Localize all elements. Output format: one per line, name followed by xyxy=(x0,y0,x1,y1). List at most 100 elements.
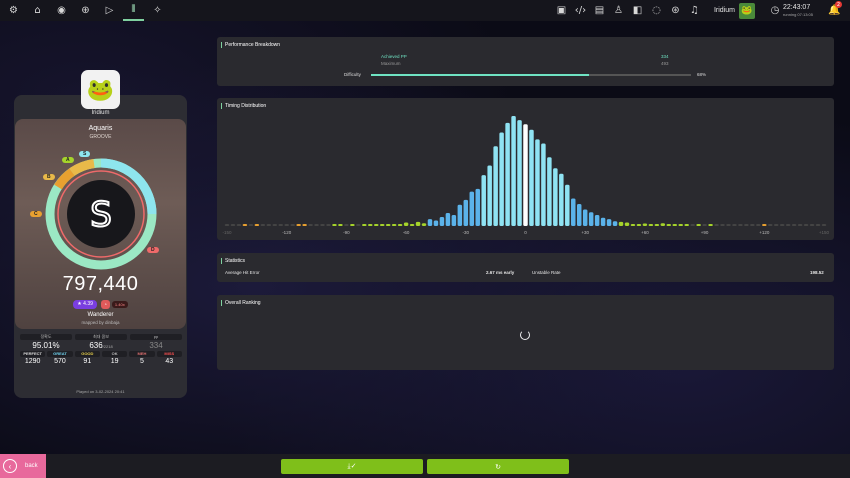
timing-bar xyxy=(553,168,558,226)
notification-bell-icon[interactable]: 🔔 2 xyxy=(825,0,844,21)
download-replay-button[interactable]: ⤓✓ xyxy=(281,459,423,474)
music-icon[interactable]: ♫ xyxy=(685,0,704,21)
loading-spinner-icon xyxy=(520,330,530,340)
timing-bar xyxy=(427,219,433,227)
grade-letter: S xyxy=(90,195,112,235)
beatmap-artist: Wanderer xyxy=(87,312,114,318)
home-icon[interactable]: ⌂ xyxy=(27,0,48,21)
stat-pp: pp 334 xyxy=(130,334,182,350)
timing-bar xyxy=(356,224,361,226)
timing-bar xyxy=(666,224,672,226)
timing-bar xyxy=(565,184,570,226)
chat-icon[interactable]: ◌ xyxy=(647,0,666,21)
timing-bar xyxy=(308,224,313,226)
mod-rate: 1.40x xyxy=(111,301,128,308)
stat-label: 최대 콤보 xyxy=(75,334,127,340)
screenshot-icon[interactable]: ▣ xyxy=(552,0,571,21)
timing-bar xyxy=(702,224,707,226)
timing-bar xyxy=(535,139,540,227)
timing-bar xyxy=(224,224,230,226)
user-avatar[interactable]: 🐸 xyxy=(738,2,755,19)
timing-bar xyxy=(672,224,677,226)
timing-bar xyxy=(397,223,403,226)
timing-bar xyxy=(547,157,552,226)
timing-bar xyxy=(684,224,689,226)
play-icon[interactable]: ▷ xyxy=(99,0,120,21)
statistics-title: Statistics xyxy=(221,258,245,264)
rankings-icon[interactable]: ♙ xyxy=(609,0,628,21)
timing-bar xyxy=(362,224,367,226)
timing-bar xyxy=(445,212,451,226)
stat-label: 정확도 xyxy=(20,334,72,340)
achieved-pp-label: Achieved PP xyxy=(381,54,407,59)
clock[interactable]: ◷ 22:43:07 running 07:13:05 xyxy=(769,0,813,21)
timing-bar xyxy=(248,224,254,226)
timing-bar xyxy=(678,224,683,226)
timing-bar xyxy=(588,212,594,226)
accuracy-ring-b xyxy=(69,159,95,176)
grade-label-s: S xyxy=(79,151,91,157)
x-tick-label: -90 xyxy=(343,230,350,235)
stat-value: 636/2218 xyxy=(75,341,127,350)
code-icon[interactable]: ‹/› xyxy=(571,0,590,21)
user-name[interactable]: Iridium xyxy=(714,7,735,14)
difficulty-value: 68% xyxy=(697,72,707,77)
timing-chart: -150 -120 -90 -60 -30 0 +30 +60 +90 +120 +150 xyxy=(222,116,830,235)
timing-bar xyxy=(379,224,385,226)
combo-value: 636 xyxy=(89,341,103,350)
timing-bar xyxy=(254,224,260,226)
timing-bar xyxy=(690,224,695,226)
timing-bar xyxy=(768,224,773,226)
timing-bar xyxy=(290,224,295,226)
judgement-count: 5 xyxy=(140,358,144,365)
compass-icon[interactable]: ✧ xyxy=(147,0,168,21)
timing-bar xyxy=(385,223,391,226)
timing-bar xyxy=(720,224,725,226)
judgement-label: MEH xyxy=(129,351,155,357)
judgement-count: 43 xyxy=(165,358,174,365)
timing-bar xyxy=(302,224,307,226)
unstable-rate-label: Unstable Rate xyxy=(532,270,561,275)
judgement-label: OK xyxy=(101,351,128,357)
timing-bar xyxy=(433,220,439,226)
timing-bar xyxy=(774,224,779,226)
back-button[interactable]: ‹ back xyxy=(0,454,46,478)
news-icon[interactable]: ▤ xyxy=(590,0,609,21)
record-icon[interactable]: ◉ xyxy=(51,0,72,21)
timing-bar xyxy=(606,219,612,227)
judgement-perfect: PERFECT 1290 xyxy=(20,351,46,365)
bottom-bar: ‹ back ⤓✓ ↻ xyxy=(0,454,850,478)
mods[interactable]: ◔ 1.40x xyxy=(100,300,128,309)
beatmap-listing-icon[interactable]: ⦀ xyxy=(123,0,144,21)
total-score: 797,440 xyxy=(62,273,139,295)
maximum-pp-label: Maximum xyxy=(381,61,401,66)
clock-icon: ◷ xyxy=(770,5,780,16)
timing-bar xyxy=(421,223,427,226)
beatmap-icon[interactable]: ◧ xyxy=(628,0,647,21)
timing-bar xyxy=(559,173,564,226)
grade-label-c: C xyxy=(30,211,42,217)
judgement-count: 91 xyxy=(83,358,92,365)
timing-bar xyxy=(821,224,827,226)
timing-bar xyxy=(636,224,642,226)
clock-running: running 07:13:05 xyxy=(782,12,813,17)
discord-icon[interactable]: ⊕ xyxy=(75,0,96,21)
gear-icon[interactable]: ⚙ xyxy=(3,0,24,21)
x-tick-label: -150 xyxy=(222,230,232,235)
timing-bar xyxy=(779,224,785,226)
retry-button[interactable]: ↻ xyxy=(427,459,569,474)
timing-bar xyxy=(600,217,606,226)
player-avatar[interactable]: 🐸 xyxy=(81,70,120,109)
stat-accuracy: 정확도 95.01% xyxy=(20,334,72,350)
stat-max-combo: 최대 콤보 636/2218 xyxy=(75,334,127,350)
player-name[interactable]: Iridium xyxy=(14,110,187,116)
direct-icon[interactable]: ⊛ xyxy=(666,0,685,21)
star-rating: ★ 4.39 xyxy=(73,300,97,309)
grade-ring: S xyxy=(45,158,157,270)
timing-bar xyxy=(475,188,480,227)
timing-bar xyxy=(660,223,666,226)
timing-bar xyxy=(511,116,516,226)
timing-bar xyxy=(582,209,588,226)
timing-bar xyxy=(487,165,492,226)
played-on: Played on 3-02-2024 20:41 xyxy=(76,389,125,394)
